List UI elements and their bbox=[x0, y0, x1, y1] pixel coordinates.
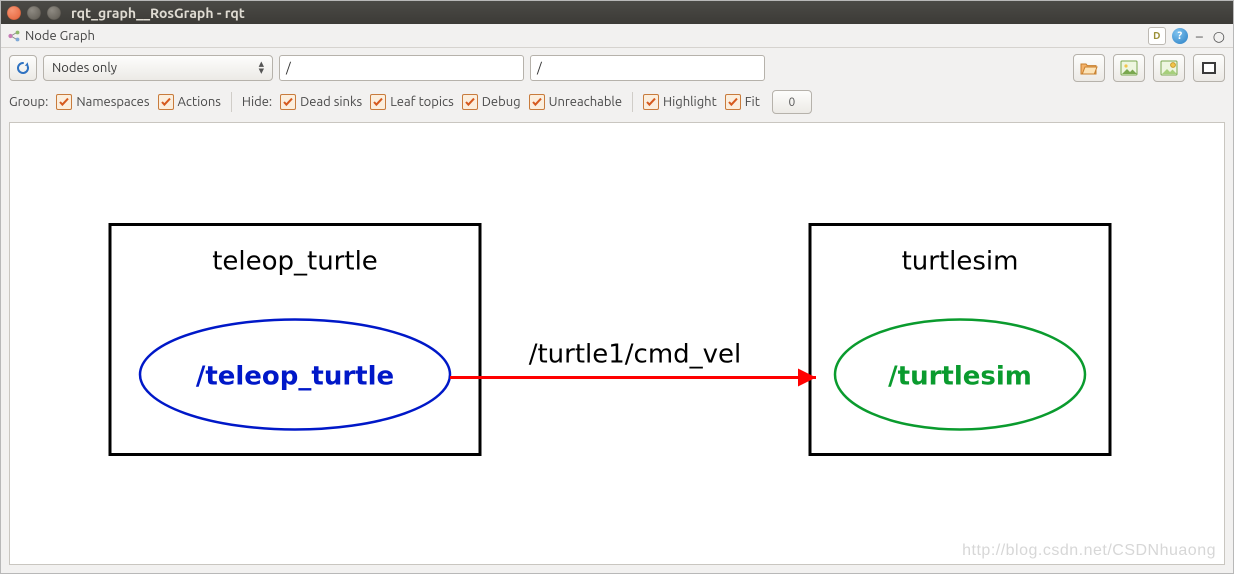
namespace-filter-input[interactable]: / bbox=[279, 55, 524, 81]
namespaces-checkbox[interactable]: Namespaces bbox=[56, 94, 149, 110]
undock-dash-icon[interactable]: – bbox=[1194, 29, 1205, 43]
panel-title: Node Graph bbox=[25, 29, 95, 43]
checkbox-icon bbox=[56, 94, 72, 110]
separator bbox=[632, 92, 633, 112]
debug-badge[interactable]: D bbox=[1148, 27, 1166, 45]
graph-canvas[interactable]: teleop_turtle /teleop_turtle turtlesim /… bbox=[9, 122, 1225, 565]
namespace-filter-value: / bbox=[286, 61, 291, 75]
topic-filter-input[interactable]: / bbox=[530, 55, 765, 81]
nested-depth-button[interactable]: 0 bbox=[772, 90, 812, 114]
dead-sinks-label: Dead sinks bbox=[300, 95, 362, 109]
open-button[interactable] bbox=[1073, 54, 1105, 82]
expand-button[interactable] bbox=[1193, 54, 1225, 82]
folder-open-icon bbox=[1080, 60, 1098, 76]
topic-filter-value: / bbox=[537, 61, 542, 75]
select-arrows-icon: ▲▼ bbox=[259, 61, 264, 75]
app-window: rqt_graph__RosGraph - rqt Node Graph D ?… bbox=[0, 0, 1234, 574]
highlight-checkbox[interactable]: Highlight bbox=[643, 94, 717, 110]
group-label: Group: bbox=[9, 95, 48, 109]
leaf-topics-label: Leaf topics bbox=[390, 95, 454, 109]
group-teleop-turtle-label: teleop_turtle bbox=[212, 247, 378, 277]
checkbox-icon bbox=[280, 94, 296, 110]
graph-plugin-icon bbox=[7, 29, 21, 43]
leaf-topics-checkbox[interactable]: Leaf topics bbox=[370, 94, 454, 110]
toolbar: Nodes only ▲▼ / / bbox=[1, 48, 1233, 86]
checkbox-icon bbox=[725, 94, 741, 110]
save-image-button[interactable] bbox=[1113, 54, 1145, 82]
watermark: http://blog.csdn.net/CSDNhuaong bbox=[962, 542, 1216, 560]
undock-ring-icon[interactable]: ○ bbox=[1211, 29, 1227, 43]
namespaces-label: Namespaces bbox=[76, 95, 149, 109]
checkbox-icon bbox=[643, 94, 659, 110]
checkbox-icon bbox=[529, 94, 545, 110]
image-save-icon bbox=[1120, 60, 1138, 76]
fullscreen-icon bbox=[1201, 61, 1217, 75]
fit-checkbox[interactable]: Fit bbox=[725, 94, 760, 110]
edge-cmd-vel-arrowhead bbox=[798, 369, 816, 387]
titlebar: rqt_graph__RosGraph - rqt bbox=[1, 1, 1233, 24]
debug-label: Debug bbox=[482, 95, 521, 109]
checkbox-icon bbox=[158, 94, 174, 110]
options-row: Group: Namespaces Actions Hide: Dead sin… bbox=[1, 86, 1233, 122]
edge-cmd-vel-label: /turtle1/cmd_vel bbox=[529, 340, 742, 370]
panel-header: Node Graph D ? – ○ bbox=[1, 24, 1233, 48]
help-icon[interactable]: ? bbox=[1172, 28, 1188, 44]
group-turtlesim-label: turtlesim bbox=[902, 247, 1019, 277]
hide-label: Hide: bbox=[242, 95, 272, 109]
image-export-icon bbox=[1160, 60, 1178, 76]
dead-sinks-checkbox[interactable]: Dead sinks bbox=[280, 94, 362, 110]
node-filter-select[interactable]: Nodes only ▲▼ bbox=[43, 55, 273, 81]
refresh-button[interactable] bbox=[9, 55, 37, 81]
node-teleop-turtle-label: /teleop_turtle bbox=[196, 362, 394, 392]
nested-depth-value: 0 bbox=[788, 96, 795, 109]
unreachable-label: Unreachable bbox=[549, 95, 622, 109]
checkbox-icon bbox=[462, 94, 478, 110]
save-dot-button[interactable] bbox=[1153, 54, 1185, 82]
unreachable-checkbox[interactable]: Unreachable bbox=[529, 94, 622, 110]
refresh-icon bbox=[15, 60, 31, 76]
debug-checkbox[interactable]: Debug bbox=[462, 94, 521, 110]
highlight-label: Highlight bbox=[663, 95, 717, 109]
window-close-button[interactable] bbox=[7, 6, 21, 20]
window-minimize-button[interactable] bbox=[27, 6, 41, 20]
separator bbox=[231, 92, 232, 112]
window-title: rqt_graph__RosGraph - rqt bbox=[71, 5, 245, 21]
window-maximize-button[interactable] bbox=[47, 6, 61, 20]
fit-label: Fit bbox=[745, 95, 760, 109]
actions-label: Actions bbox=[178, 95, 221, 109]
node-filter-value: Nodes only bbox=[52, 61, 117, 75]
checkbox-icon bbox=[370, 94, 386, 110]
node-turtlesim-label: /turtlesim bbox=[888, 362, 1032, 392]
actions-checkbox[interactable]: Actions bbox=[158, 94, 221, 110]
